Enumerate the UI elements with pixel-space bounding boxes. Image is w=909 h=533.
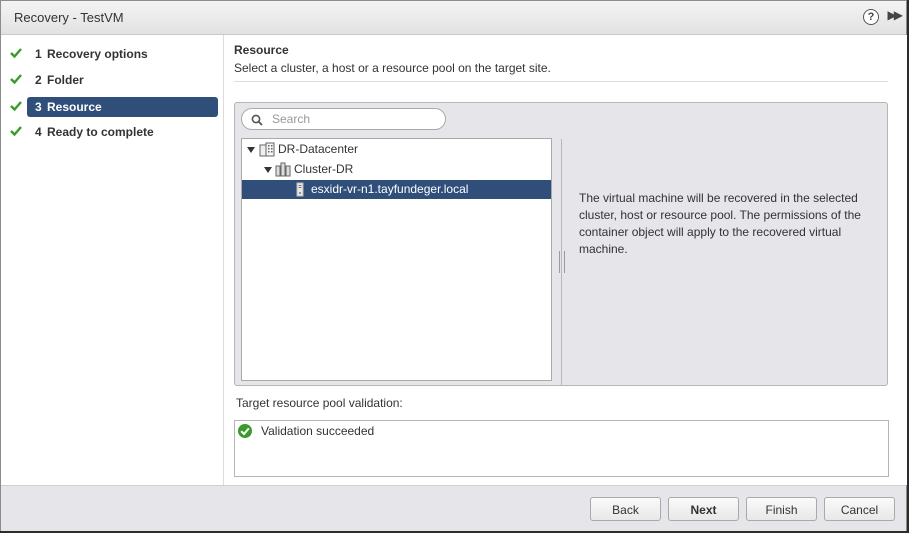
step-folder[interactable]: 2 Folder: [10, 70, 218, 90]
check-icon: [10, 74, 22, 85]
step-label: Resource: [47, 100, 102, 114]
selection-info-text: The virtual machine will be recovered in…: [579, 191, 861, 256]
collapse-toggle-icon[interactable]: [247, 147, 255, 153]
tree-node-label: DR-Datacenter: [278, 142, 359, 156]
tree-node-datacenter[interactable]: DR-Datacenter: [242, 140, 551, 159]
check-icon: [10, 48, 22, 59]
step-recovery-options[interactable]: 1 Recovery options: [10, 44, 218, 64]
cancel-button[interactable]: Cancel: [824, 497, 895, 521]
tree-node-cluster[interactable]: Cluster-DR: [242, 160, 551, 179]
step-number: 1: [35, 47, 42, 61]
tree-node-label: Cluster-DR: [294, 162, 354, 176]
step-label: Folder: [47, 73, 84, 87]
search-input[interactable]: [272, 111, 437, 127]
finish-button[interactable]: Finish: [746, 497, 817, 521]
collapse-toggle-icon[interactable]: [264, 167, 272, 173]
resource-page: Resource Select a cluster, a host or a r…: [224, 35, 907, 485]
validation-message: Validation succeeded: [261, 424, 375, 438]
splitter-grip-icon[interactable]: [559, 251, 565, 273]
step-label: Recovery options: [47, 47, 148, 61]
page-title: Resource: [234, 43, 289, 57]
step-ready-to-complete[interactable]: 4 Ready to complete: [10, 122, 218, 142]
expand-icon[interactable]: ▶▶: [888, 8, 904, 22]
page-subtitle: Select a cluster, a host or a resource p…: [234, 61, 551, 75]
title-bar: Recovery - TestVM ? ▶▶: [1, 1, 906, 35]
dialog-title: Recovery - TestVM: [14, 10, 124, 25]
host-icon: [296, 182, 304, 197]
recovery-dialog: Recovery - TestVM ? ▶▶ 1 Recovery option…: [0, 0, 907, 531]
step-number: 4: [35, 125, 42, 139]
step-number: 2: [35, 73, 42, 87]
inventory-tree[interactable]: DR-Datacenter Cluster-DR esxidr-vr-n1.ta…: [241, 138, 552, 381]
search-icon: [251, 114, 263, 126]
step-label: Ready to complete: [47, 125, 154, 139]
check-icon: [10, 126, 22, 137]
tree-node-host[interactable]: esxidr-vr-n1.tayfundeger.local: [242, 180, 551, 199]
step-number: 3: [35, 100, 42, 114]
resource-selector-panel: DR-Datacenter Cluster-DR: [234, 102, 888, 386]
wizard-steps: 1 Recovery options 2 Folder 3 Resource 4…: [1, 35, 224, 485]
tree-node-label: esxidr-vr-n1.tayfundeger.local: [311, 182, 469, 196]
step-resource[interactable]: 3 Resource: [10, 97, 218, 117]
next-button[interactable]: Next: [668, 497, 739, 521]
datacenter-icon: [259, 142, 275, 157]
cluster-icon: [275, 162, 291, 177]
search-box[interactable]: [241, 108, 446, 130]
back-button[interactable]: Back: [590, 497, 661, 521]
help-icon[interactable]: ?: [863, 9, 879, 25]
divider: [234, 81, 888, 82]
validation-label: Target resource pool validation:: [236, 396, 403, 410]
check-icon: [10, 101, 22, 112]
validation-box: Validation succeeded: [234, 420, 889, 477]
success-check-icon: [238, 424, 252, 438]
dialog-footer: Back Next Finish Cancel: [1, 485, 906, 531]
